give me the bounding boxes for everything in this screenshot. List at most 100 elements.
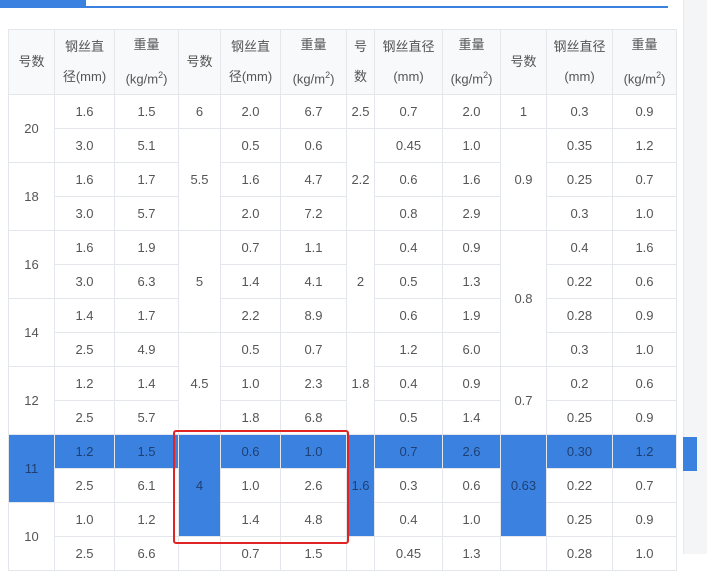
group4-diameter-cell: 0.3 — [546, 332, 613, 368]
table-row: 2.5 4.9 4.5 0.5 0.7 1.8 1.2 6.0 0.3 1.0 — [9, 332, 677, 436]
group3-diameter-cell: 0.7 — [374, 434, 443, 470]
group2-diameter-cell: 1.0 — [220, 366, 281, 402]
group3-weight-cell: 1.3 — [442, 264, 501, 300]
header-text: 重量 — [133, 37, 160, 52]
group2-no-cell: 5.5 — [178, 128, 221, 232]
header-text: 重量 — [458, 37, 485, 52]
group4-weight-cell: 1.0 — [612, 332, 677, 368]
group4-diameter-cell: 0.30 — [546, 434, 613, 470]
group2-weight-cell: 6.8 — [280, 400, 347, 436]
header-diameter-3: 钢丝直径 (mm) — [374, 28, 443, 96]
group1-weight-cell: 5.7 — [114, 196, 179, 232]
header-text: 钢丝直 — [64, 39, 104, 55]
header-text: (kg/m — [450, 71, 484, 87]
group1-diameter-cell: 3.0 — [54, 128, 115, 164]
header-weight-4: 重量 (kg/m2) — [612, 28, 677, 96]
group3-diameter-cell: 0.3 — [374, 468, 443, 504]
group3-weight-cell: 2.0 — [442, 94, 501, 130]
group3-no-cell: 1.8 — [346, 332, 375, 436]
group1-weight-cell: 1.9 — [114, 230, 179, 266]
header-text: 径(mm) — [228, 69, 273, 85]
table-row: 12 1.2 1.4 1.0 2.3 0.4 0.9 0.7 0.2 0.6 — [8, 366, 677, 436]
group1-diameter-cell: 2.5 — [54, 400, 115, 436]
header-no-2: 号数 — [178, 28, 221, 96]
group1-no-cell: 20 — [8, 94, 55, 164]
group1-diameter-cell: 1.0 — [54, 502, 115, 538]
group2-no-cell: 5 — [178, 230, 221, 334]
group1-weight-cell: 6.3 — [114, 264, 179, 300]
group3-diameter-cell: 0.4 — [374, 502, 443, 538]
group2-weight-cell: 8.9 — [280, 298, 347, 334]
table-row: 14 1.4 1.7 2.2 8.9 0.6 1.9 0.28 0.9 — [8, 298, 677, 368]
group4-weight-cell: 1.0 — [612, 196, 677, 232]
header-weight-1: 重量 (kg/m2) — [114, 28, 179, 96]
group4-weight-cell: 0.7 — [612, 162, 677, 198]
group4-diameter-cell: 0.4 — [546, 230, 613, 266]
group1-weight-cell: 5.7 — [114, 400, 179, 436]
group2-no-cell: 6 — [178, 94, 221, 130]
group4-no-cell: 0.8 — [500, 230, 547, 368]
group3-weight-cell: 0.9 — [442, 366, 501, 402]
group4-no-cell: 1 — [500, 94, 547, 130]
top-tab-bar — [0, 0, 668, 8]
group2-diameter-cell: 1.6 — [220, 162, 281, 198]
group4-diameter-cell: 0.3 — [546, 196, 613, 232]
group3-no-cell: 1.6 — [346, 434, 375, 538]
group4-no-cell: 0.7 — [500, 366, 547, 436]
group3-weight-cell: 1.6 — [442, 162, 501, 198]
group3-weight-cell: 0.9 — [442, 230, 501, 266]
group3-diameter-cell: 0.45 — [374, 128, 443, 164]
group1-no-cell: 14 — [8, 298, 55, 368]
group3-weight-cell: 1.0 — [442, 502, 501, 538]
group4-no-cell: 0.63 — [500, 434, 547, 538]
group2-weight-cell: 1.0 — [280, 434, 347, 470]
group3-weight-cell: 6.0 — [442, 332, 501, 368]
group2-diameter-cell: 0.5 — [220, 128, 281, 164]
group2-diameter-cell: 1.8 — [220, 400, 281, 436]
group4-weight-cell: 1.2 — [612, 128, 677, 164]
group2-diameter-cell: 2.0 — [220, 196, 281, 232]
group4-diameter-cell: 0.22 — [546, 264, 613, 300]
group1-weight-cell: 1.4 — [114, 366, 179, 402]
header-text: ) — [163, 71, 168, 87]
group1-weight-cell: 1.5 — [114, 94, 179, 130]
group3-diameter-cell: 0.5 — [374, 400, 443, 436]
header-text: 号数 — [510, 54, 537, 70]
group3-diameter-cell: 0.6 — [374, 162, 443, 198]
group1-no-cell: 18 — [8, 162, 55, 232]
table-header-row: 号数 钢丝直 径(mm) 重量 (kg/m2) 号数 钢丝直 径(mm) 重量 (kg/… — [8, 28, 677, 96]
group4-weight-cell: 0.7 — [612, 468, 677, 504]
header-text: (kg/m — [125, 71, 159, 87]
group1-diameter-cell: 2.5 — [54, 468, 115, 504]
group2-weight-cell: 0.6 — [280, 128, 347, 164]
group2-weight-cell: 4.7 — [280, 162, 347, 198]
group1-weight-cell: 1.2 — [114, 502, 179, 538]
table-row: 18 1.6 1.7 1.6 4.7 0.6 1.6 0.25 0.7 — [8, 162, 677, 232]
group3-diameter-cell: 0.5 — [374, 264, 443, 300]
group3-no-cell: 2 — [346, 230, 375, 334]
table-row: 3.0 5.1 5.5 0.5 0.6 2.2 0.45 1.0 0.9 0.3… — [9, 128, 677, 232]
group3-weight-cell: 0.6 — [442, 468, 501, 504]
table-row-highlighted[interactable]: 11 1.2 1.5 4 0.6 1.0 1.6 0.7 2.6 0.63 0.… — [8, 434, 677, 538]
group2-weight-cell: 0.7 — [280, 332, 347, 368]
group4-weight-cell: 0.6 — [612, 264, 677, 300]
table-row: 20 1.6 1.5 6 2.0 6.7 2.5 0.7 2.0 1 0.3 0… — [8, 94, 677, 164]
header-text: ) — [661, 71, 666, 87]
group3-diameter-cell: 0.7 — [374, 94, 443, 130]
group3-weight-cell: 1.0 — [442, 128, 501, 164]
header-text: 号 — [353, 39, 367, 55]
group3-diameter-cell: 0.4 — [374, 230, 443, 266]
group4-weight-cell: 0.6 — [612, 366, 677, 402]
group4-diameter-cell: 0.28 — [546, 298, 613, 334]
group1-diameter-cell: 1.6 — [54, 94, 115, 130]
header-text: 号数 — [18, 54, 45, 70]
group4-weight-cell: 0.9 — [612, 502, 677, 538]
group1-weight-cell: 4.9 — [114, 332, 179, 368]
header-text: 径(mm) — [62, 69, 107, 85]
group2-diameter-cell: 1.4 — [220, 264, 281, 300]
group2-weight-cell: 1.1 — [280, 230, 347, 266]
header-text: (mm) — [564, 69, 595, 85]
header-no-3: 号数 — [346, 28, 375, 96]
group2-no-cell: 4 — [178, 434, 221, 538]
group4-weight-cell: 1.2 — [612, 434, 677, 470]
